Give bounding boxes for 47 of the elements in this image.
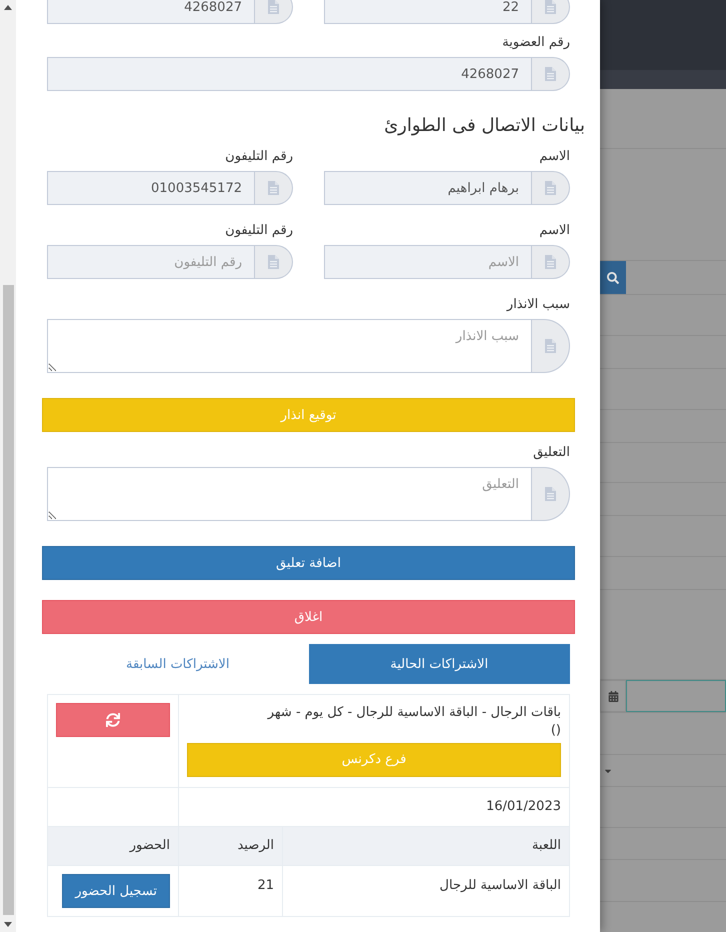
search-icon	[607, 272, 619, 284]
input-field[interactable]: رقم التليفون	[47, 245, 255, 279]
branch-tag: فرع دكرنس	[187, 743, 561, 777]
scroll-up-icon[interactable]	[4, 5, 12, 10]
field-label: التعليق	[533, 444, 570, 462]
column-header: اللعبة	[283, 827, 569, 865]
column-header: الحضور	[48, 827, 178, 865]
input-field[interactable]: 4268027	[47, 57, 532, 91]
field-label: رقم العضوية	[502, 34, 570, 52]
textarea-field[interactable]: سبب الانذار	[47, 319, 532, 373]
document-icon	[545, 67, 556, 81]
subscription-description: باقات الرجال - الباقة الاساسية للرجال - كل يوم - شهر ()	[268, 704, 561, 740]
table-cell: 21	[179, 866, 282, 916]
column-header: الرصيد	[179, 827, 282, 865]
scroll-down-icon[interactable]	[4, 922, 12, 927]
table-cell: الباقة الاساسية للرجال	[283, 866, 569, 916]
field-label: رقم التليفون	[225, 222, 293, 240]
calendar-icon	[608, 690, 618, 702]
textarea-field[interactable]: التعليق	[47, 467, 532, 521]
close-button[interactable]: اغلاق	[42, 600, 575, 634]
document-icon	[268, 181, 279, 195]
check-in-button[interactable]: تسجيل الحضور	[62, 874, 170, 908]
field-label: رقم التليفون	[225, 148, 293, 166]
document-icon	[545, 181, 556, 195]
scrollbar-track[interactable]	[0, 0, 16, 932]
refresh-icon	[106, 713, 120, 727]
tab[interactable]: الاشتراكات الحالية	[308, 644, 570, 684]
date-input-field[interactable]	[626, 680, 726, 712]
document-icon	[545, 339, 556, 353]
input-field[interactable]: 01003545172	[47, 171, 255, 205]
search-button[interactable]	[600, 261, 626, 294]
field-label: الاسم	[539, 148, 570, 166]
document-icon	[545, 487, 556, 501]
refresh-button[interactable]	[56, 703, 170, 737]
field-label: سبب الانذار	[506, 296, 570, 314]
section-heading: بيانات الاتصال فى الطوارئ	[384, 114, 585, 138]
input-field[interactable]: الاسم	[324, 245, 532, 279]
add-comment-button[interactable]: اضافة تعليق	[42, 546, 575, 580]
input-field[interactable]: 22	[324, 0, 532, 24]
table-cell: 16/01/2023	[179, 788, 569, 826]
document-icon	[268, 255, 279, 269]
document-icon	[545, 255, 556, 269]
scrollbar-thumb[interactable]	[2, 285, 14, 915]
input-field[interactable]: برهام ابراهيم	[324, 171, 532, 205]
input-field[interactable]: 4268027	[47, 0, 255, 24]
tab[interactable]: الاشتراكات السابقة	[47, 644, 308, 684]
field-label: الاسم	[539, 222, 570, 240]
